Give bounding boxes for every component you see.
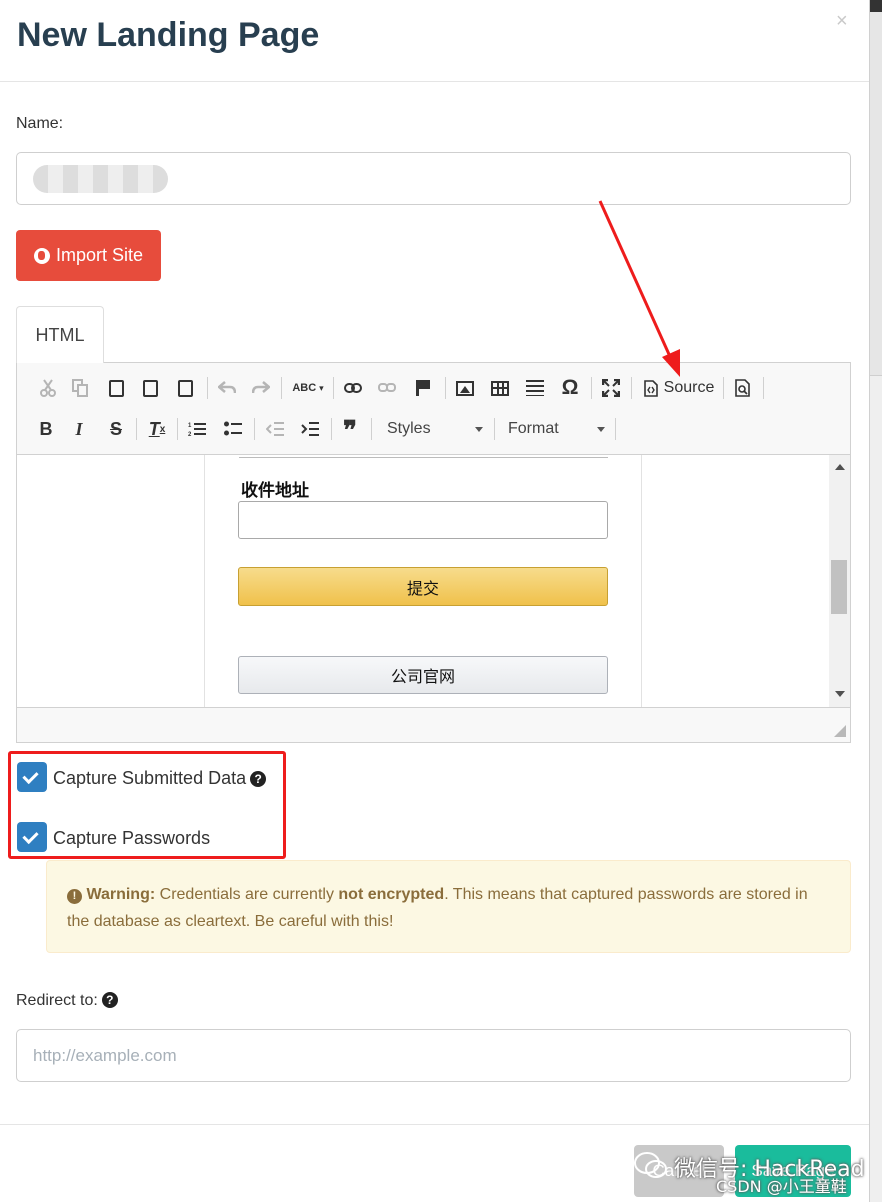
italic-icon[interactable]: I bbox=[68, 416, 90, 442]
paste-icon[interactable] bbox=[105, 375, 127, 401]
landing-page-modal: New Landing Page × Name: Import Site HTM… bbox=[0, 0, 882, 1202]
chevron-down-icon bbox=[597, 427, 605, 432]
unlink-icon[interactable] bbox=[375, 375, 399, 401]
bulleted-list-icon[interactable] bbox=[221, 416, 245, 442]
toolbar-separator bbox=[494, 418, 495, 440]
html-editor: ABC ▾ Ω Source B I S T x 1 2 ❞ Styles Fo… bbox=[16, 362, 851, 743]
toolbar-separator bbox=[136, 418, 137, 440]
editor-content-area[interactable]: 收件地址 提交 公司官网 bbox=[17, 455, 850, 707]
import-site-button[interactable]: Import Site bbox=[16, 230, 161, 281]
undo-icon[interactable] bbox=[215, 375, 239, 401]
chevron-down-icon bbox=[475, 427, 483, 432]
watermark-csdn: CSDN @小王童鞋 bbox=[716, 1177, 847, 1196]
toolbar-separator bbox=[371, 418, 372, 440]
toolbar-separator bbox=[445, 377, 446, 399]
capture-submitted-text: Capture Submitted Data bbox=[53, 768, 247, 788]
paste-word-icon[interactable] bbox=[174, 375, 196, 401]
blockquote-icon[interactable]: ❞ bbox=[338, 416, 362, 446]
redirect-label: Redirect to:? bbox=[16, 992, 118, 1010]
capture-passwords-checkbox[interactable] bbox=[17, 822, 47, 852]
help-icon[interactable]: ? bbox=[101, 992, 118, 1008]
help-icon[interactable]: ? bbox=[250, 771, 267, 787]
modal-footer-divider bbox=[0, 1124, 869, 1125]
name-input[interactable] bbox=[16, 152, 851, 205]
warning-alert: ! Warning: Credentials are currently not… bbox=[46, 860, 851, 953]
outdent-icon[interactable] bbox=[263, 416, 287, 442]
toolbar-separator bbox=[333, 377, 334, 399]
spellcheck-label: ABC bbox=[292, 382, 317, 394]
modal-header: New Landing Page × bbox=[0, 0, 869, 82]
redirect-input[interactable] bbox=[16, 1029, 851, 1082]
styles-label: Styles bbox=[387, 420, 431, 437]
address-field-label: 收件地址 bbox=[241, 481, 309, 500]
toolbar-separator bbox=[254, 418, 255, 440]
globe-icon bbox=[33, 247, 50, 264]
svg-text:1: 1 bbox=[188, 423, 192, 429]
editor-scrollbar[interactable] bbox=[829, 455, 850, 707]
scroll-down-arrow-icon[interactable] bbox=[835, 691, 845, 697]
editor-toolbar: ABC ▾ Ω Source B I S T x 1 2 ❞ Styles Fo… bbox=[17, 363, 850, 455]
wechat-icon bbox=[634, 1152, 667, 1178]
redo-icon[interactable] bbox=[249, 375, 273, 401]
svg-text:2: 2 bbox=[188, 432, 192, 437]
bold-icon[interactable]: B bbox=[35, 416, 57, 442]
warning-title: Warning: bbox=[86, 886, 156, 903]
background-dark-strip bbox=[870, 0, 882, 12]
numbered-list-icon[interactable]: 12 bbox=[185, 416, 209, 442]
toolbar-separator bbox=[177, 418, 178, 440]
format-dropdown[interactable]: Format bbox=[508, 416, 605, 442]
styles-dropdown[interactable]: Styles bbox=[387, 416, 483, 442]
annotation-arrow bbox=[598, 200, 680, 377]
indent-icon[interactable] bbox=[298, 416, 322, 442]
close-icon[interactable]: × bbox=[836, 10, 848, 33]
format-label: Format bbox=[508, 420, 559, 437]
redirect-label-text: Redirect to: bbox=[16, 992, 98, 1009]
capture-submitted-checkbox[interactable] bbox=[17, 762, 47, 792]
toolbar-separator bbox=[281, 377, 282, 399]
toolbar-separator bbox=[207, 377, 208, 399]
toolbar-separator bbox=[763, 377, 764, 399]
remove-format-icon[interactable]: Tx bbox=[144, 416, 170, 442]
company-website-button[interactable]: 公司官网 bbox=[238, 656, 608, 694]
background-edge bbox=[869, 0, 882, 1202]
editor-status-bar bbox=[17, 707, 850, 742]
paste-text-icon[interactable] bbox=[139, 375, 161, 401]
warning-emphasis: not encrypted bbox=[338, 886, 445, 903]
special-char-symbol: Ω bbox=[561, 376, 579, 399]
name-label: Name: bbox=[16, 115, 64, 132]
table-icon[interactable] bbox=[488, 375, 512, 401]
strikethrough-icon[interactable]: S bbox=[105, 416, 127, 442]
scroll-up-arrow-icon[interactable] bbox=[835, 464, 845, 470]
scrollbar-thumb[interactable] bbox=[831, 560, 847, 614]
address-input[interactable] bbox=[238, 501, 608, 539]
tab-html[interactable]: HTML bbox=[16, 306, 104, 363]
resize-handle-icon[interactable] bbox=[834, 725, 846, 737]
previous-field-edge bbox=[239, 455, 608, 458]
submit-button[interactable]: 提交 bbox=[238, 567, 608, 606]
toolbar-separator bbox=[615, 418, 616, 440]
image-icon[interactable] bbox=[453, 375, 477, 401]
modal-title: New Landing Page bbox=[17, 16, 320, 54]
import-site-label: Import Site bbox=[55, 245, 144, 265]
warning-icon: ! bbox=[67, 889, 82, 904]
blockquote-symbol: ❞ bbox=[343, 416, 357, 446]
horizontal-line-icon[interactable] bbox=[523, 375, 547, 401]
toolbar-separator bbox=[723, 377, 724, 399]
preview-icon[interactable] bbox=[731, 375, 755, 401]
spellcheck-icon[interactable]: ABC ▾ bbox=[289, 375, 327, 401]
cut-icon[interactable] bbox=[37, 375, 59, 401]
column-divider bbox=[641, 455, 642, 707]
column-divider bbox=[204, 455, 205, 707]
capture-submitted-label: Capture Submitted Data? bbox=[53, 768, 267, 789]
redacted-name-value bbox=[33, 165, 168, 193]
background-lower-strip bbox=[870, 375, 882, 1202]
toolbar-separator bbox=[331, 418, 332, 440]
copy-icon[interactable] bbox=[69, 375, 91, 401]
capture-passwords-label: Capture Passwords bbox=[53, 828, 211, 848]
anchor-flag-icon[interactable] bbox=[412, 375, 434, 401]
warning-text-1: Credentials are currently bbox=[159, 886, 334, 903]
special-char-icon[interactable]: Ω bbox=[558, 375, 582, 401]
link-icon[interactable] bbox=[341, 375, 365, 401]
